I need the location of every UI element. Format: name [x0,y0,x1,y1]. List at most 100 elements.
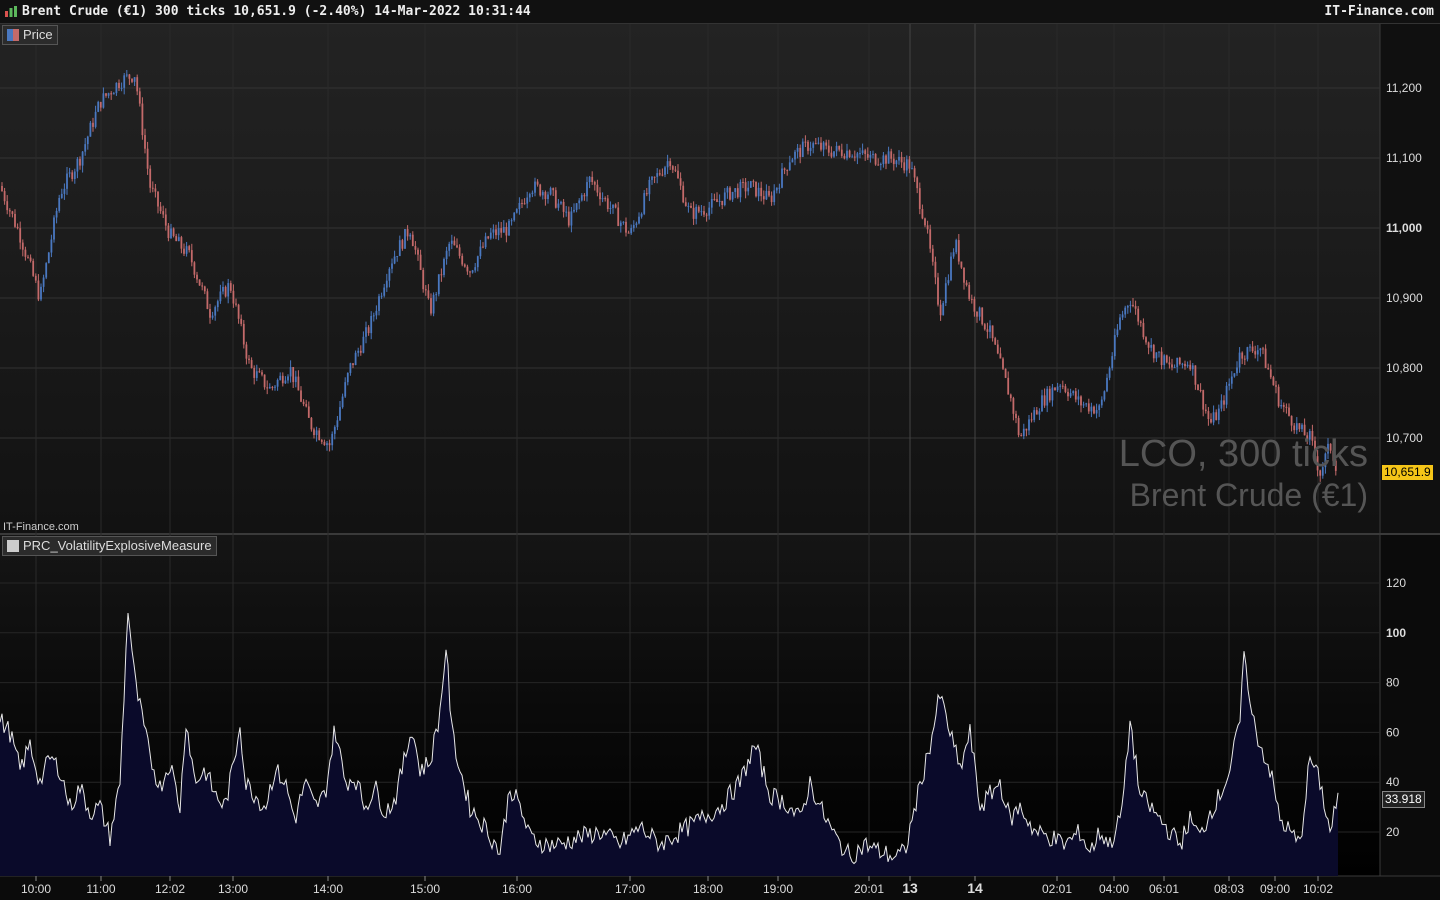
candle-body [1061,385,1064,387]
candle-body [840,149,843,156]
candle-body [739,181,742,198]
candle-body [1030,419,1033,421]
candle-body [1293,425,1296,431]
indicator-last-value: 33.918 [1382,791,1425,808]
candle-body [307,406,310,418]
candle-body [877,164,880,166]
candle-body [427,290,430,299]
candle-body [11,211,14,214]
candle-body [710,199,713,208]
candle-body [835,145,838,152]
candle-body [58,197,61,211]
source-label: IT-Finance.com [3,521,79,533]
candle-body [903,162,906,171]
watermark: LCO, 300 ticks Brent Crude (€1) [1119,432,1368,514]
candle-body [570,211,573,226]
candle-body [63,188,66,194]
candle-body [359,350,362,353]
candle-body [726,187,729,193]
price-legend-label: Price [23,27,53,42]
candle-body [614,204,617,208]
candle-body [1025,428,1028,431]
candle-body [747,187,750,192]
candle-body [752,181,755,183]
candle-body [66,173,68,189]
candle-body [206,291,209,309]
time-tick-label: 11:00 [86,882,115,896]
candle-body [838,145,841,150]
candle-body [872,153,874,155]
candle-body [734,188,737,192]
candle-body [1150,345,1153,348]
candle-body [898,156,900,161]
candle-body [489,232,492,239]
candle-body [1056,386,1059,391]
candle-body [859,153,861,155]
candle-body [643,193,646,214]
candle-body [8,210,11,212]
candle-body [697,206,700,212]
candle-body [1142,322,1145,338]
price-legend[interactable]: Price [2,25,58,45]
candle-body [864,150,867,155]
candle-body [313,429,315,436]
candle-body [1181,363,1184,365]
candle-body [578,200,581,204]
candle-body [515,209,518,213]
candle-body [3,191,6,202]
candle-body [986,329,989,332]
candle-body [1048,388,1051,401]
candle-body [99,101,102,108]
candle-body [326,443,328,446]
candle-body [383,287,386,296]
candle-body [999,353,1002,359]
candle-body [419,254,422,270]
candle-body [456,245,458,248]
candle-body [352,363,354,366]
candle-body [482,246,484,248]
candle-body [825,142,828,146]
candle-body [541,192,544,196]
candle-body [227,283,230,297]
candle-body [133,77,136,82]
candle-body [47,252,50,264]
candle-body [1225,385,1228,405]
time-tick-label: 15:00 [410,882,440,896]
candle-body [934,261,937,278]
candle-body [817,142,820,144]
candle-body [232,290,235,304]
candle-body [1028,419,1030,431]
candle-body [609,208,612,210]
candle-body [53,217,55,240]
candle-body [440,274,443,276]
candle-body [853,156,856,158]
indicator-tick-label: 40 [1386,775,1400,789]
candle-body [105,93,107,96]
brand-label[interactable]: IT-Finance.com [1324,4,1434,19]
price-tick-label: 10,900 [1386,291,1423,305]
candle-body [378,296,380,311]
candle-body [622,221,625,223]
candle-body [102,93,105,108]
candle-body [664,167,666,175]
candle-body [518,202,521,210]
candle-body [198,279,201,286]
candle-body [367,327,370,334]
candle-body [422,269,425,290]
candle-body [731,191,734,200]
candle-body [996,344,999,354]
indicator-legend[interactable]: PRC_VolatilityExplosiveMeasure [2,536,217,556]
candle-body [476,256,479,268]
watermark-instrument: Brent Crude (€1) [1129,477,1368,513]
candle-body [235,303,237,305]
candle-body [146,148,149,169]
candle-body [305,404,308,407]
candle-body [222,286,224,292]
candle-body [68,172,71,174]
candle-body [591,176,594,183]
candle-body [799,147,802,157]
price-last-value: 10,651.9 [1382,465,1433,480]
candle-body [606,198,609,209]
candle-body [742,181,744,183]
candle-body [136,77,139,92]
